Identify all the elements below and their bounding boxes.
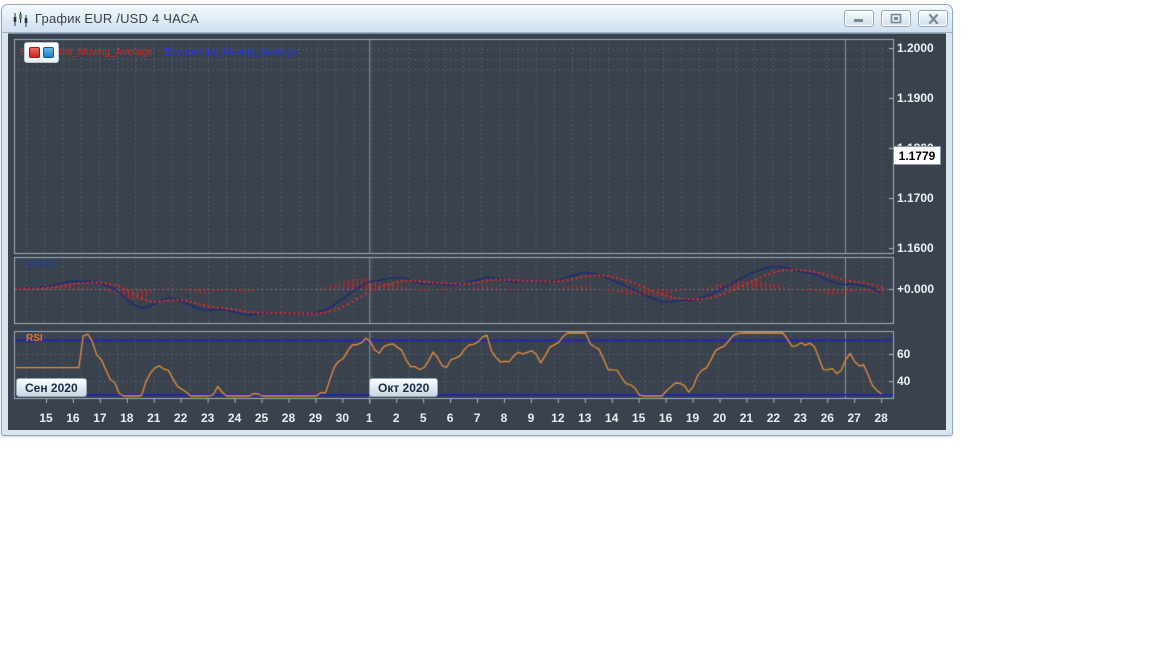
red-indicator-button[interactable] xyxy=(29,47,40,58)
month-label-sep: Сен 2020 xyxy=(16,378,87,397)
day-label: 7 xyxy=(462,411,492,425)
day-label: 12 xyxy=(543,411,573,425)
ema-blue-legend: Exponential_Moving_Average xyxy=(165,47,298,58)
price-axis-label: 1.1900 xyxy=(897,91,934,105)
chart-window: График EUR /USD 4 ЧАСА Exponential_Movin… xyxy=(1,4,953,436)
minimize-icon xyxy=(853,14,865,23)
window-title: График EUR /USD 4 ЧАСА xyxy=(35,11,199,26)
day-label: 13 xyxy=(570,411,600,425)
day-label: 17 xyxy=(85,411,115,425)
title-bar[interactable]: График EUR /USD 4 ЧАСА xyxy=(2,5,952,33)
day-label: 26 xyxy=(812,411,842,425)
day-label: 8 xyxy=(489,411,519,425)
restore-icon xyxy=(890,13,902,24)
day-label: 21 xyxy=(139,411,169,425)
day-label: 19 xyxy=(678,411,708,425)
rsi-axis-label: 40 xyxy=(897,374,910,388)
day-label: 5 xyxy=(408,411,438,425)
rsi-axis-label: 60 xyxy=(897,347,910,361)
day-label: 18 xyxy=(112,411,142,425)
day-label: 9 xyxy=(516,411,546,425)
day-label: 28 xyxy=(866,411,896,425)
day-label: 20 xyxy=(705,411,735,425)
day-label: 24 xyxy=(220,411,250,425)
close-icon xyxy=(928,14,939,24)
desktop: График EUR /USD 4 ЧАСА Exponential_Movin… xyxy=(0,0,1152,648)
price-axis-label: 1.1600 xyxy=(897,241,934,255)
day-label: 6 xyxy=(435,411,465,425)
day-label: 14 xyxy=(597,411,627,425)
day-label: 2 xyxy=(381,411,411,425)
price-axis-label: 1.1700 xyxy=(897,191,934,205)
candlestick-chart-icon xyxy=(12,11,29,28)
day-label: 16 xyxy=(58,411,88,425)
restore-button[interactable] xyxy=(881,10,911,27)
day-label: 22 xyxy=(758,411,788,425)
day-label: 23 xyxy=(193,411,223,425)
minimize-button[interactable] xyxy=(844,10,874,27)
indicator-toolbox xyxy=(24,42,59,63)
close-button[interactable] xyxy=(918,10,948,27)
price-axis-label: 1.2000 xyxy=(897,41,934,55)
macd-axis-label: +0.000 xyxy=(897,282,934,296)
day-label: 23 xyxy=(785,411,815,425)
macd-panel-label: MACD xyxy=(26,259,56,270)
chart-area: Exponential_Moving_Average Exponential_M… xyxy=(8,33,946,429)
day-label: 27 xyxy=(839,411,869,425)
window-controls xyxy=(844,10,948,27)
day-label: 29 xyxy=(300,411,330,425)
day-label: 16 xyxy=(651,411,681,425)
day-label: 21 xyxy=(731,411,761,425)
day-label: 22 xyxy=(166,411,196,425)
day-label: 15 xyxy=(624,411,654,425)
day-label: 25 xyxy=(247,411,277,425)
day-label: 30 xyxy=(327,411,357,425)
day-label: 28 xyxy=(273,411,303,425)
day-label: 1 xyxy=(354,411,384,425)
blue-indicator-button[interactable] xyxy=(43,47,54,58)
month-label-okt: Окт 2020 xyxy=(369,378,438,397)
rsi-panel-label: RSI xyxy=(26,333,43,344)
current-price-box: 1.1779 xyxy=(893,146,941,165)
price-chart-canvas[interactable] xyxy=(8,34,946,430)
day-label: 15 xyxy=(31,411,61,425)
